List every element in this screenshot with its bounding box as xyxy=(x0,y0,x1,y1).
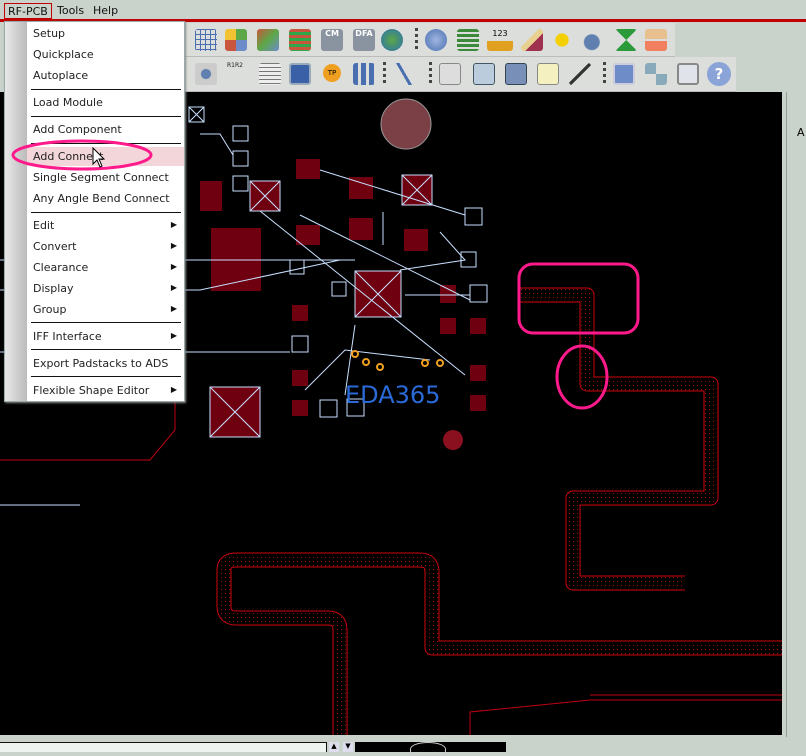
menu-item-flexible-shape-editor[interactable]: Flexible Shape Editor xyxy=(33,384,149,397)
toolbar-grip[interactable] xyxy=(603,62,606,86)
windows-icon[interactable] xyxy=(613,63,635,85)
submenu-arrow-icon: ▶ xyxy=(170,283,177,292)
hourglass-icon[interactable] xyxy=(615,29,637,51)
submenu-arrow-icon: ▶ xyxy=(170,241,177,250)
vias xyxy=(351,350,444,371)
command-input[interactable] xyxy=(0,742,327,752)
menu-item-any-angle-bend-connect[interactable]: Any Angle Bend Connect xyxy=(33,192,170,205)
camera-icon[interactable] xyxy=(195,63,217,85)
panel-label: A xyxy=(797,126,805,139)
menu-separator xyxy=(31,376,181,377)
toolbar-grip[interactable] xyxy=(429,62,432,86)
bomb-icon[interactable] xyxy=(583,29,605,51)
menu-item-single-segment-connect[interactable]: Single Segment Connect xyxy=(33,171,169,184)
rf-traces xyxy=(216,287,782,735)
cm-table-icon[interactable]: CM xyxy=(321,29,343,51)
menu-item-display[interactable]: Display xyxy=(33,282,74,295)
menu-item-convert[interactable]: Convert xyxy=(33,240,77,253)
menu-item-load-module[interactable]: Load Module xyxy=(33,96,103,109)
menu-item-export-padstacks[interactable]: Export Padstacks to ADS xyxy=(33,357,168,370)
menu-item-group[interactable]: Group xyxy=(33,303,67,316)
menu-separator xyxy=(31,116,181,117)
menu-item-autoplace[interactable]: Autoplace xyxy=(33,69,88,82)
preview-pane xyxy=(355,742,506,756)
submenu-arrow-icon: ▶ xyxy=(170,331,177,340)
scroll-down-button[interactable]: ▼ xyxy=(343,742,353,752)
menu-item-add-component[interactable]: Add Component xyxy=(33,123,122,136)
toolbar-2: R1R2 TP ? xyxy=(185,57,736,92)
components-icon[interactable] xyxy=(225,29,247,51)
tp-icon[interactable]: TP xyxy=(323,64,341,82)
menu-item-setup[interactable]: Setup xyxy=(33,27,65,40)
bowtie-icon[interactable] xyxy=(645,63,667,85)
toolbar-1: CM DFA 123 xyxy=(185,23,675,57)
watermark-text: EDA365 xyxy=(345,381,440,409)
table-info-icon[interactable] xyxy=(457,29,479,51)
grid-icon[interactable] xyxy=(195,29,217,51)
preview-shape xyxy=(410,742,446,756)
globe-icon[interactable] xyxy=(381,29,403,51)
menu-tools[interactable]: Tools xyxy=(54,3,87,19)
probe-icon[interactable] xyxy=(259,63,281,85)
brush-icon[interactable] xyxy=(521,29,543,51)
toolbar-grip[interactable] xyxy=(383,62,386,86)
pads xyxy=(200,98,486,450)
sim-check-icon[interactable] xyxy=(537,63,559,85)
sim-probe-icon[interactable] xyxy=(569,63,591,85)
matrix-icon[interactable] xyxy=(289,63,311,85)
ruler-123-icon[interactable]: 123 xyxy=(487,29,513,51)
menu-item-add-connect[interactable]: Add Connect xyxy=(27,147,184,166)
dfa-table-icon[interactable]: DFA xyxy=(353,29,375,51)
scroll-up-button[interactable]: ▲ xyxy=(329,742,339,752)
array-icon[interactable] xyxy=(353,63,375,85)
drc-icon[interactable] xyxy=(645,29,667,51)
sun-icon[interactable] xyxy=(551,29,573,51)
menu-separator xyxy=(31,212,181,213)
menu-item-iff-interface[interactable]: IFF Interface xyxy=(33,330,102,343)
sim-doc-icon[interactable] xyxy=(439,63,461,85)
menu-rf-pcb[interactable]: RF-PCB xyxy=(4,3,52,19)
info-icon[interactable] xyxy=(425,29,447,51)
r1r2-icon[interactable]: R1R2 xyxy=(227,62,249,84)
sim-book-icon[interactable] xyxy=(473,63,495,85)
menu-separator xyxy=(31,143,181,144)
layers-icon[interactable] xyxy=(289,29,311,51)
toolbar-grip[interactable] xyxy=(415,28,418,52)
status-area: ▲ ▼ xyxy=(0,737,806,756)
submenu-arrow-icon: ▶ xyxy=(170,220,177,229)
menu-separator xyxy=(31,349,181,350)
rf-pcb-dropdown-menu: Setup Quickplace Autoplace Load Module A… xyxy=(4,21,185,402)
bowtie-window-icon[interactable] xyxy=(677,63,699,85)
menu-help[interactable]: Help xyxy=(90,3,121,19)
menu-item-edit[interactable]: Edit xyxy=(33,219,54,232)
submenu-arrow-icon: ▶ xyxy=(170,304,177,313)
path-icon[interactable] xyxy=(393,63,415,85)
help-icon[interactable]: ? xyxy=(707,62,731,86)
submenu-arrow-icon: ▶ xyxy=(170,385,177,394)
menu-separator xyxy=(31,89,181,90)
right-panel: A xyxy=(786,92,806,737)
menu-item-clearance[interactable]: Clearance xyxy=(33,261,88,274)
menu-separator xyxy=(31,322,181,323)
menu-item-quickplace[interactable]: Quickplace xyxy=(33,48,94,61)
menu-gutter xyxy=(5,22,27,401)
sim-chip-icon[interactable] xyxy=(505,63,527,85)
menu-bar: RF-PCB Tools Help xyxy=(0,0,806,20)
move-component-icon[interactable] xyxy=(257,29,279,51)
submenu-arrow-icon: ▶ xyxy=(170,262,177,271)
